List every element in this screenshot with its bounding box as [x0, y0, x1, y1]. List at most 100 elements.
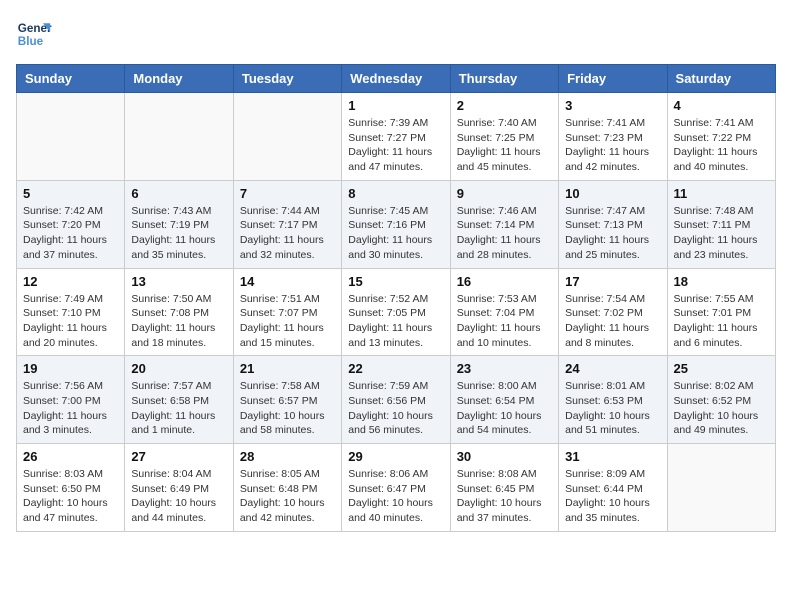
calendar-cell: 24 Sunrise: 8:01 AMSunset: 6:53 PMDayligh… — [559, 356, 667, 444]
calendar-cell — [667, 444, 775, 532]
day-info: Sunrise: 8:06 AMSunset: 6:47 PMDaylight:… — [348, 467, 443, 526]
day-info: Sunrise: 7:55 AMSunset: 7:01 PMDaylight:… — [674, 292, 769, 351]
day-number: 25 — [674, 361, 769, 376]
day-info: Sunrise: 8:02 AMSunset: 6:52 PMDaylight:… — [674, 379, 769, 438]
day-info: Sunrise: 7:56 AMSunset: 7:00 PMDaylight:… — [23, 379, 118, 438]
calendar-cell: 5Sunrise: 7:42 AMSunset: 7:20 PMDaylight… — [17, 180, 125, 268]
day-info: Sunrise: 7:51 AMSunset: 7:07 PMDaylight:… — [240, 292, 335, 351]
day-number: 20 — [131, 361, 226, 376]
calendar-cell: 17Sunrise: 7:54 AMSunset: 7:02 PMDayligh… — [559, 268, 667, 356]
day-info: Sunrise: 7:47 AMSunset: 7:13 PMDaylight:… — [565, 204, 660, 263]
weekday-header-monday: Monday — [125, 65, 233, 93]
calendar-table: SundayMondayTuesdayWednesdayThursdayFrid… — [16, 64, 776, 532]
day-number: 3 — [565, 98, 660, 113]
day-info: Sunrise: 7:59 AMSunset: 6:56 PMDaylight:… — [348, 379, 443, 438]
day-number: 23 — [457, 361, 552, 376]
day-info: Sunrise: 7:41 AMSunset: 7:22 PMDaylight:… — [674, 116, 769, 175]
day-number: 19 — [23, 361, 118, 376]
calendar-cell: 9 Sunrise: 7:46 AMSunset: 7:14 PMDaylight… — [450, 180, 558, 268]
day-number: 8 — [348, 186, 443, 201]
day-number: 16 — [457, 274, 552, 289]
day-info: Sunrise: 7:39 AMSunset: 7:27 PMDaylight:… — [348, 116, 443, 175]
day-number: 24 — [565, 361, 660, 376]
logo-icon: General Blue — [16, 16, 52, 52]
day-info: Sunrise: 7:53 AMSunset: 7:04 PMDaylight:… — [457, 292, 552, 351]
calendar-cell: 14Sunrise: 7:51 AMSunset: 7:07 PMDayligh… — [233, 268, 341, 356]
svg-text:Blue: Blue — [18, 35, 44, 48]
day-info: Sunrise: 8:08 AMSunset: 6:45 PMDaylight:… — [457, 467, 552, 526]
day-number: 30 — [457, 449, 552, 464]
calendar-cell: 3 Sunrise: 7:41 AMSunset: 7:23 PMDaylight… — [559, 93, 667, 181]
day-info: Sunrise: 7:43 AMSunset: 7:19 PMDaylight:… — [131, 204, 226, 263]
day-number: 11 — [674, 186, 769, 201]
calendar-cell: 28 Sunrise: 8:05 AMSunset: 6:48 PMDayligh… — [233, 444, 341, 532]
day-number: 4 — [674, 98, 769, 113]
calendar-cell: 15Sunrise: 7:52 AMSunset: 7:05 PMDayligh… — [342, 268, 450, 356]
calendar-cell: 7 Sunrise: 7:44 AMSunset: 7:17 PMDaylight… — [233, 180, 341, 268]
calendar-cell — [17, 93, 125, 181]
day-number: 31 — [565, 449, 660, 464]
weekday-header-thursday: Thursday — [450, 65, 558, 93]
day-info: Sunrise: 7:49 AMSunset: 7:10 PMDaylight:… — [23, 292, 118, 351]
day-number: 17 — [565, 274, 660, 289]
calendar-cell: 30 Sunrise: 8:08 AMSunset: 6:45 PMDayligh… — [450, 444, 558, 532]
day-number: 7 — [240, 186, 335, 201]
calendar-cell: 25 Sunrise: 8:02 AMSunset: 6:52 PMDayligh… — [667, 356, 775, 444]
day-info: Sunrise: 7:58 AMSunset: 6:57 PMDaylight:… — [240, 379, 335, 438]
weekday-header-row: SundayMondayTuesdayWednesdayThursdayFrid… — [17, 65, 776, 93]
calendar-cell — [125, 93, 233, 181]
day-number: 12 — [23, 274, 118, 289]
weekday-header-friday: Friday — [559, 65, 667, 93]
week-row-1: 1 Sunrise: 7:39 AMSunset: 7:27 PMDaylight… — [17, 93, 776, 181]
day-info: Sunrise: 8:05 AMSunset: 6:48 PMDaylight:… — [240, 467, 335, 526]
day-info: Sunrise: 7:46 AMSunset: 7:14 PMDaylight:… — [457, 204, 552, 263]
page-header: General Blue — [16, 16, 776, 52]
day-number: 29 — [348, 449, 443, 464]
day-number: 15 — [348, 274, 443, 289]
logo: General Blue — [16, 16, 52, 52]
weekday-header-sunday: Sunday — [17, 65, 125, 93]
weekday-header-saturday: Saturday — [667, 65, 775, 93]
day-number: 9 — [457, 186, 552, 201]
calendar-cell — [233, 93, 341, 181]
weekday-header-wednesday: Wednesday — [342, 65, 450, 93]
calendar-cell: 13 Sunrise: 7:50 AMSunset: 7:08 PMDayligh… — [125, 268, 233, 356]
day-info: Sunrise: 7:44 AMSunset: 7:17 PMDaylight:… — [240, 204, 335, 263]
day-info: Sunrise: 8:00 AMSunset: 6:54 PMDaylight:… — [457, 379, 552, 438]
day-number: 18 — [674, 274, 769, 289]
day-number: 22 — [348, 361, 443, 376]
day-number: 2 — [457, 98, 552, 113]
calendar-cell: 21 Sunrise: 7:58 AMSunset: 6:57 PMDayligh… — [233, 356, 341, 444]
calendar-cell: 11 Sunrise: 7:48 AMSunset: 7:11 PMDayligh… — [667, 180, 775, 268]
day-number: 6 — [131, 186, 226, 201]
calendar-cell: 8 Sunrise: 7:45 AMSunset: 7:16 PMDaylight… — [342, 180, 450, 268]
calendar-cell: 23 Sunrise: 8:00 AMSunset: 6:54 PMDayligh… — [450, 356, 558, 444]
week-row-2: 5Sunrise: 7:42 AMSunset: 7:20 PMDaylight… — [17, 180, 776, 268]
day-info: Sunrise: 8:04 AMSunset: 6:49 PMDaylight:… — [131, 467, 226, 526]
day-info: Sunrise: 8:03 AMSunset: 6:50 PMDaylight:… — [23, 467, 118, 526]
day-number: 21 — [240, 361, 335, 376]
calendar-cell: 27Sunrise: 8:04 AMSunset: 6:49 PMDayligh… — [125, 444, 233, 532]
calendar-cell: 2Sunrise: 7:40 AMSunset: 7:25 PMDaylight… — [450, 93, 558, 181]
day-number: 1 — [348, 98, 443, 113]
day-number: 13 — [131, 274, 226, 289]
day-number: 26 — [23, 449, 118, 464]
calendar-cell: 31 Sunrise: 8:09 AMSunset: 6:44 PMDayligh… — [559, 444, 667, 532]
day-info: Sunrise: 8:01 AMSunset: 6:53 PMDaylight:… — [565, 379, 660, 438]
day-info: Sunrise: 7:45 AMSunset: 7:16 PMDaylight:… — [348, 204, 443, 263]
calendar-cell: 19 Sunrise: 7:56 AMSunset: 7:00 PMDayligh… — [17, 356, 125, 444]
day-info: Sunrise: 7:57 AMSunset: 6:58 PMDaylight:… — [131, 379, 226, 438]
calendar-cell: 26 Sunrise: 8:03 AMSunset: 6:50 PMDayligh… — [17, 444, 125, 532]
day-number: 28 — [240, 449, 335, 464]
day-info: Sunrise: 7:50 AMSunset: 7:08 PMDaylight:… — [131, 292, 226, 351]
calendar-cell: 29 Sunrise: 8:06 AMSunset: 6:47 PMDayligh… — [342, 444, 450, 532]
calendar-cell: 18 Sunrise: 7:55 AMSunset: 7:01 PMDayligh… — [667, 268, 775, 356]
day-info: Sunrise: 8:09 AMSunset: 6:44 PMDaylight:… — [565, 467, 660, 526]
day-info: Sunrise: 7:41 AMSunset: 7:23 PMDaylight:… — [565, 116, 660, 175]
calendar-cell: 4 Sunrise: 7:41 AMSunset: 7:22 PMDaylight… — [667, 93, 775, 181]
day-number: 5 — [23, 186, 118, 201]
day-info: Sunrise: 7:48 AMSunset: 7:11 PMDaylight:… — [674, 204, 769, 263]
calendar-cell: 6 Sunrise: 7:43 AMSunset: 7:19 PMDaylight… — [125, 180, 233, 268]
calendar-cell: 1 Sunrise: 7:39 AMSunset: 7:27 PMDaylight… — [342, 93, 450, 181]
calendar-cell: 22 Sunrise: 7:59 AMSunset: 6:56 PMDayligh… — [342, 356, 450, 444]
